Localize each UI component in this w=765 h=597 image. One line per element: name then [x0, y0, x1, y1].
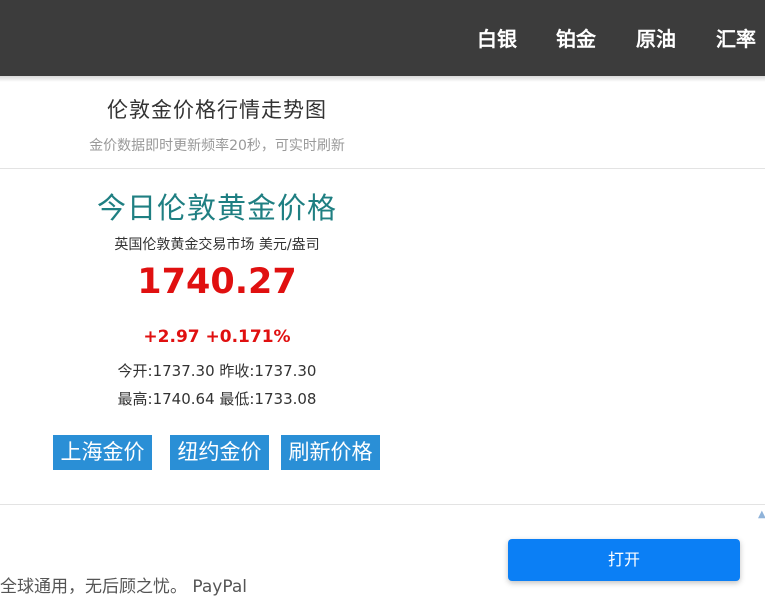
quote-title: 今日伦敦黄金价格 — [96, 191, 337, 225]
ad-text: 全球通用，无后顾之忧。 PayPal — [0, 577, 247, 597]
open-button[interactable]: 打开 — [508, 539, 740, 581]
market-label: 英国伦敦黄金交易市场 美元/盎司 — [114, 237, 320, 253]
topbar-shadow — [0, 76, 765, 82]
refresh-price-button[interactable]: 刷新价格 — [281, 435, 380, 470]
open-close-stats: 今开:1737.30 昨收:1737.30 — [117, 362, 317, 380]
ad-marker-icon: ▲ — [758, 509, 765, 520]
high-low-stats: 最高:1740.64 最低:1733.08 — [117, 390, 317, 408]
top-navigation-bar: 白银 铂金 原油 汇率 — [0, 0, 765, 76]
page-subtitle: 金价数据即时更新频率20秒，可实时刷新 — [89, 138, 345, 154]
newyork-gold-button[interactable]: 纽约金价 — [170, 435, 269, 470]
nav-item-exchange-rate[interactable]: 汇率 — [716, 25, 756, 53]
shanghai-gold-button[interactable]: 上海金价 — [53, 435, 152, 470]
nav-item-platinum[interactable]: 铂金 — [556, 25, 596, 53]
nav-item-silver[interactable]: 白银 — [477, 25, 517, 53]
divider-bottom — [0, 504, 765, 505]
price-change: +2.97 +0.171% — [143, 327, 291, 347]
page-title: 伦敦金价格行情走势图 — [107, 98, 327, 122]
divider-top — [0, 168, 765, 169]
nav-item-crude-oil[interactable]: 原油 — [636, 25, 676, 53]
current-price: 1740.27 — [137, 262, 297, 302]
